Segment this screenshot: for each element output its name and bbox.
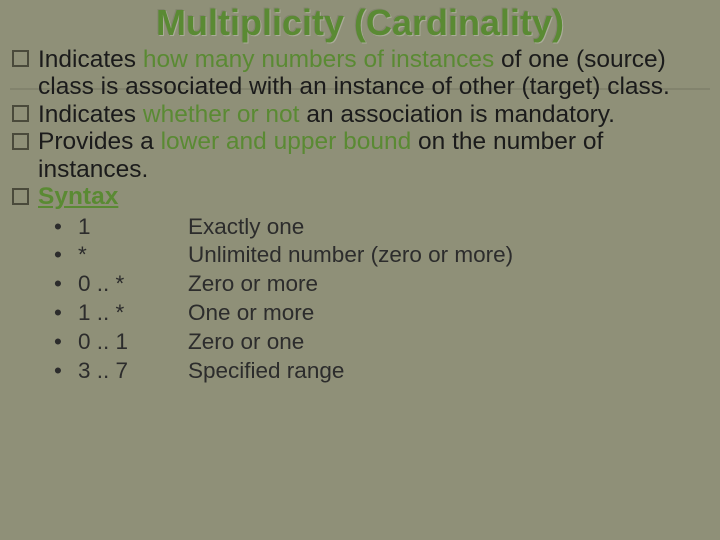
dot-bullet-icon: •: [54, 299, 78, 328]
dot-bullet-icon: •: [54, 270, 78, 299]
square-bullet-icon: [12, 188, 29, 205]
bullet-3-accent: lower and upper bound: [161, 128, 418, 155]
syntax-symbol: 1: [78, 213, 188, 242]
bullet-2-post: an association is mandatory.: [306, 101, 615, 128]
square-bullet-icon: [12, 50, 29, 67]
dot-bullet-icon: •: [54, 357, 78, 386]
dot-bullet-icon: •: [54, 213, 78, 242]
bullet-1: Indicates how many numbers of instances …: [12, 46, 702, 101]
square-bullet-icon: [12, 133, 29, 150]
syntax-row: • 3 .. 7 Specified range: [54, 357, 702, 386]
syntax-row: • 0 .. 1 Zero or one: [54, 328, 702, 357]
syntax-row: • 1 .. * One or more: [54, 299, 702, 328]
bullet-2-accent: whether or not: [143, 101, 306, 128]
syntax-symbol: 1 .. *: [78, 299, 188, 328]
bullet-3-pre: Provides a: [38, 128, 161, 155]
syntax-desc: Zero or more: [188, 270, 318, 299]
bullet-3: Provides a lower and upper bound on the …: [12, 128, 702, 183]
syntax-desc: Zero or one: [188, 328, 304, 357]
bullet-2: Indicates whether or not an association …: [12, 101, 702, 128]
dot-bullet-icon: •: [54, 328, 78, 357]
syntax-desc: One or more: [188, 299, 314, 328]
syntax-list: • 1 Exactly one • * Unlimited number (ze…: [12, 213, 702, 386]
syntax-desc: Specified range: [188, 357, 344, 386]
syntax-symbol: 3 .. 7: [78, 357, 188, 386]
slide-body: Indicates how many numbers of instances …: [12, 46, 702, 385]
syntax-row: • 0 .. * Zero or more: [54, 270, 702, 299]
syntax-symbol: 0 .. *: [78, 270, 188, 299]
slide: Multiplicity (Cardinality) Indicates how…: [0, 0, 720, 540]
bullet-1-pre: Indicates: [38, 46, 143, 73]
syntax-desc: Unlimited number (zero or more): [188, 241, 513, 270]
syntax-desc: Exactly one: [188, 213, 304, 242]
syntax-symbol: *: [78, 241, 188, 270]
dot-bullet-icon: •: [54, 241, 78, 270]
bullet-2-pre: Indicates: [38, 101, 143, 128]
bullet-1-accent: how many numbers of instances: [143, 46, 501, 73]
bullet-4: Syntax: [12, 183, 702, 210]
slide-title: Multiplicity (Cardinality): [0, 2, 720, 44]
square-bullet-icon: [12, 105, 29, 122]
syntax-row: • 1 Exactly one: [54, 213, 702, 242]
syntax-symbol: 0 .. 1: [78, 328, 188, 357]
syntax-row: • * Unlimited number (zero or more): [54, 241, 702, 270]
bullet-4-accent: Syntax: [38, 183, 118, 210]
